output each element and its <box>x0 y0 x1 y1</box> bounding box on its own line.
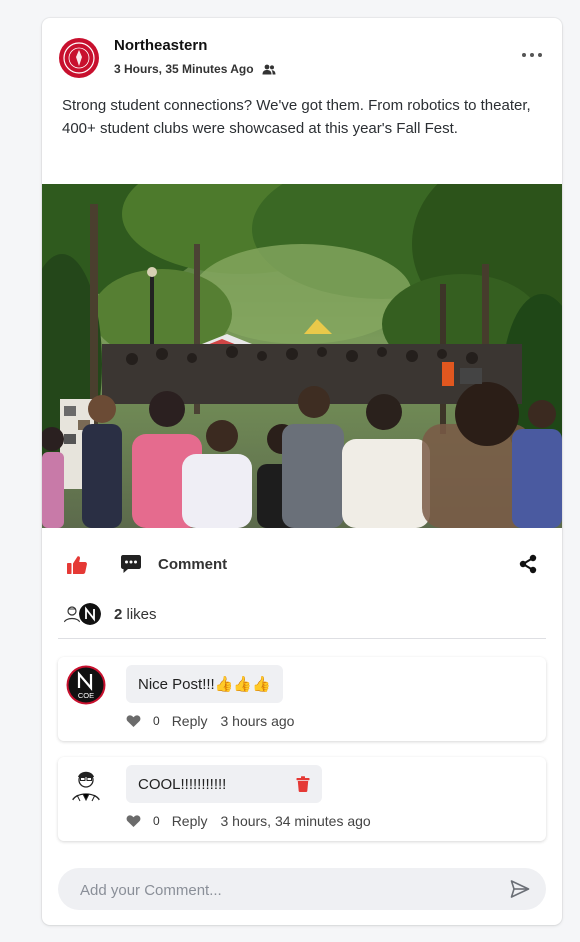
share-button[interactable] <box>518 554 538 574</box>
author-avatar[interactable] <box>59 38 99 78</box>
send-icon[interactable] <box>510 879 530 899</box>
comment-icon <box>121 555 141 573</box>
comment-item: COE Nice Post!!!👍👍👍 0 Reply 3 hours ago <box>58 657 546 741</box>
avatar-coe-text: COE <box>78 691 94 700</box>
delete-icon[interactable] <box>296 776 310 792</box>
comment-bubble: Nice Post!!!👍👍👍 <box>126 665 283 703</box>
reply-button[interactable]: Reply <box>172 813 208 829</box>
comment-bubble: COOL!!!!!!!!!!! <box>126 765 323 803</box>
seal-icon <box>60 39 98 77</box>
comment-text: COOL!!!!!!!!!!! <box>138 775 227 793</box>
more-options-button[interactable] <box>520 48 544 62</box>
post-image[interactable] <box>42 184 562 528</box>
liker-avatar-n <box>78 602 102 626</box>
reply-button[interactable]: Reply <box>172 713 208 729</box>
heart-icon[interactable] <box>126 814 141 828</box>
comment-meta: 0 Reply 3 hours, 34 minutes ago <box>126 813 371 829</box>
likes-count: 2 <box>114 605 123 623</box>
comment-time: 3 hours ago <box>220 713 295 729</box>
like-button[interactable] <box>66 555 88 575</box>
comment-button[interactable]: Comment <box>120 551 227 577</box>
more-horizontal-icon <box>522 53 542 57</box>
comment-composer <box>58 868 546 912</box>
comment-text: Nice Post!!!👍👍👍 <box>138 676 271 693</box>
comment-input[interactable] <box>78 868 492 912</box>
heart-icon[interactable] <box>126 714 141 728</box>
author-name[interactable]: Northeastern <box>114 37 207 54</box>
share-icon <box>519 554 537 574</box>
comment-time: 3 hours, 34 minutes ago <box>220 813 371 829</box>
post-text: Strong student connections? We've got th… <box>62 97 531 137</box>
divider <box>58 638 546 639</box>
thumbs-up-icon <box>67 556 87 574</box>
comment-item: COOL!!!!!!!!!!! 0 Reply 3 hours, 34 minu… <box>58 757 546 841</box>
post-meta: 3 Hours, 35 Minutes Ago <box>114 62 276 76</box>
post-card: Northeastern 3 Hours, 35 Minutes Ago Str… <box>42 18 562 925</box>
likes-label: likes <box>126 605 157 623</box>
comment-meta: 0 Reply 3 hours ago <box>126 713 294 729</box>
comment-label: Comment <box>158 555 228 573</box>
comment-like-count: 0 <box>153 814 160 828</box>
people-icon <box>262 64 276 74</box>
likes-summary[interactable]: 2 likes <box>60 602 157 626</box>
post-time: 3 Hours, 35 Minutes Ago <box>114 62 254 76</box>
comment-like-count: 0 <box>153 714 160 728</box>
likes-count-text: 2 likes <box>114 606 157 623</box>
commenter-avatar-coe[interactable]: COE <box>66 665 106 705</box>
commenter-avatar-sketch[interactable] <box>66 765 106 805</box>
